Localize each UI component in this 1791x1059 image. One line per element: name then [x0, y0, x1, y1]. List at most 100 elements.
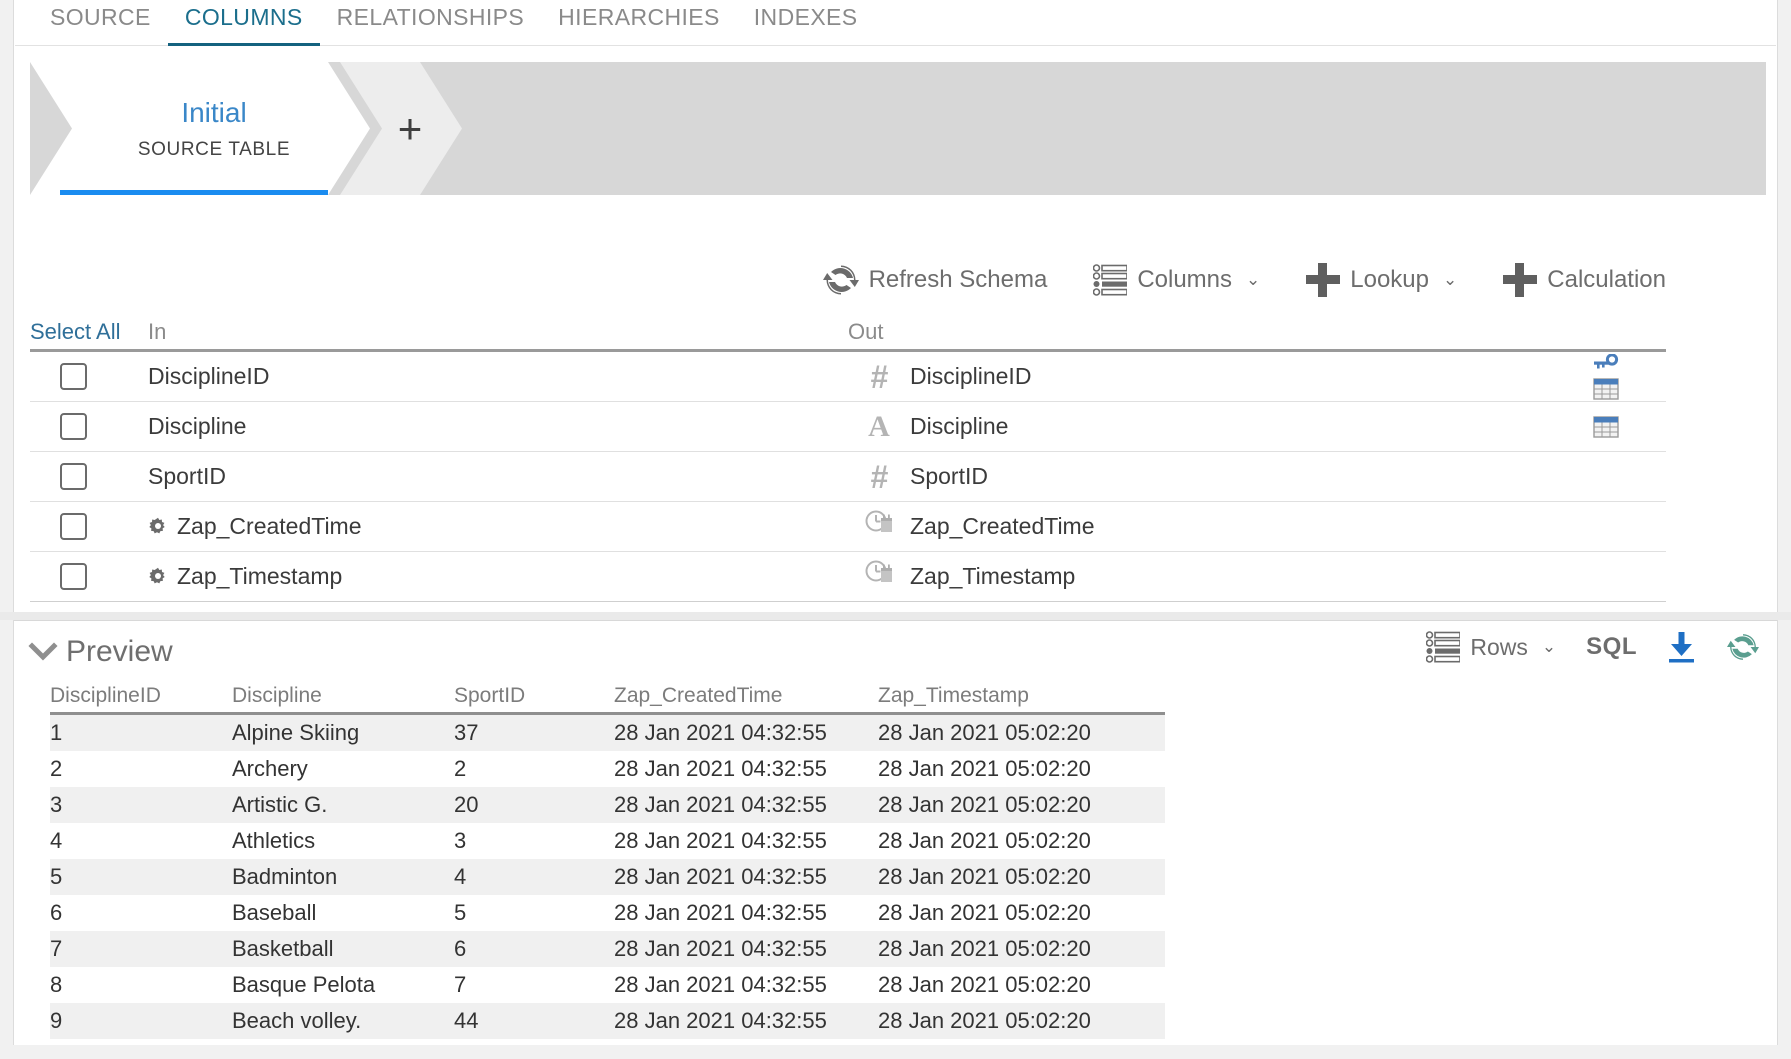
preview-row[interactable]: 1 Alpine Skiing 37 28 Jan 2021 04:32:55 …: [50, 715, 1165, 751]
preview-cell: 2: [454, 756, 614, 782]
row-checkbox[interactable]: [60, 413, 87, 440]
tab-bar: SOURCE COLUMNS RELATIONSHIPS HIERARCHIES…: [15, 0, 1776, 46]
column-in-name: SportID: [148, 463, 226, 490]
app-root: SOURCE COLUMNS RELATIONSHIPS HIERARCHIES…: [0, 0, 1791, 1059]
datetime-type-icon: [862, 509, 896, 545]
add-calculation-button[interactable]: Calculation: [1503, 263, 1666, 297]
columns-toolbar: Refresh Schema Columns ⌄ Lookup ⌄ Cal: [30, 250, 1666, 310]
preview-col-header: Discipline: [232, 684, 454, 708]
preview-cell: Beach volley.: [232, 1008, 454, 1034]
refresh-preview-button[interactable]: [1727, 631, 1759, 663]
index-table-icon[interactable]: [1593, 416, 1619, 438]
preview-cell: 5: [50, 864, 232, 890]
preview-row[interactable]: 4 Athletics 3 28 Jan 2021 04:32:55 28 Ja…: [50, 823, 1165, 859]
preview-row[interactable]: 5 Badminton 4 28 Jan 2021 04:32:55 28 Ja…: [50, 859, 1165, 895]
preview-cell: 44: [454, 1008, 614, 1034]
preview-row[interactable]: 8 Basque Pelota 7 28 Jan 2021 04:32:55 2…: [50, 967, 1165, 1003]
tab-columns[interactable]: COLUMNS: [168, 0, 320, 46]
preview-row[interactable]: 7 Basketball 6 28 Jan 2021 04:32:55 28 J…: [50, 931, 1165, 967]
calculation-label: Calculation: [1547, 266, 1666, 294]
columns-menu-button[interactable]: Columns ⌄: [1093, 264, 1260, 296]
tab-hierarchies[interactable]: HIERARCHIES: [541, 0, 737, 43]
preview-cell: Baseball: [232, 900, 454, 926]
table-row[interactable]: SportID # SportID: [30, 452, 1666, 502]
table-row[interactable]: Zap_Timestamp: [30, 552, 1666, 602]
list-icon: [1426, 631, 1460, 663]
page-gutter-left: [0, 0, 14, 1059]
chevron-down-icon: ⌄: [1443, 270, 1457, 290]
number-type-icon: #: [862, 361, 896, 393]
preview-row[interactable]: 6 Baseball 5 28 Jan 2021 04:32:55 28 Jan…: [50, 895, 1165, 931]
row-checkbox[interactable]: [60, 463, 87, 490]
select-all-link[interactable]: Select All: [30, 319, 121, 344]
chevron-down-icon[interactable]: [28, 637, 58, 667]
gear-icon: [148, 567, 168, 587]
preview-cell: 28 Jan 2021 04:32:55: [614, 972, 878, 998]
preview-cell: 37: [454, 720, 614, 746]
tab-source[interactable]: SOURCE: [33, 0, 168, 43]
tab-relationships[interactable]: RELATIONSHIPS: [320, 0, 542, 43]
pipeline-step-title: Initial: [181, 97, 246, 129]
preview-cell: Archery: [232, 756, 454, 782]
number-type-icon: #: [862, 461, 896, 493]
preview-cell: Athletics: [232, 828, 454, 854]
preview-cell: 28 Jan 2021 04:32:55: [614, 864, 878, 890]
column-in-name: Discipline: [148, 413, 246, 440]
preview-cell: 7: [454, 972, 614, 998]
preview-cell: 1: [50, 720, 232, 746]
row-checkbox[interactable]: [60, 563, 87, 590]
preview-header: Preview Rows ⌄: [14, 621, 1777, 683]
preview-cell: 20: [454, 792, 614, 818]
preview-cell: 3: [50, 792, 232, 818]
add-lookup-button[interactable]: Lookup ⌄: [1306, 263, 1457, 297]
preview-toolbar: Rows ⌄ SQL: [1426, 631, 1759, 663]
column-out-name: Zap_CreatedTime: [910, 513, 1095, 540]
sql-button[interactable]: SQL: [1586, 633, 1637, 661]
column-header-in: In: [148, 319, 166, 344]
table-row[interactable]: DisciplineID # DisciplineID: [30, 352, 1666, 402]
plus-icon: +: [398, 108, 423, 150]
chevron-down-icon: ⌄: [1542, 637, 1556, 657]
primary-key-icon[interactable]: [1593, 354, 1619, 374]
preview-cell: 28 Jan 2021 05:02:20: [878, 756, 1140, 782]
preview-row[interactable]: 3 Artistic G. 20 28 Jan 2021 04:32:55 28…: [50, 787, 1165, 823]
preview-cell: 28 Jan 2021 04:32:55: [614, 1008, 878, 1034]
preview-row[interactable]: 9 Beach volley. 44 28 Jan 2021 04:32:55 …: [50, 1003, 1165, 1039]
preview-cell: 28 Jan 2021 04:32:55: [614, 720, 878, 746]
preview-col-header: Zap_CreatedTime: [614, 684, 878, 708]
preview-cell: 9: [50, 1008, 232, 1034]
preview-cell: 28 Jan 2021 05:02:20: [878, 828, 1140, 854]
pipeline-step-strip: Initial SOURCE TABLE +: [30, 62, 1766, 195]
refresh-icon: [823, 262, 859, 298]
row-checkbox[interactable]: [60, 513, 87, 540]
table-row[interactable]: Zap_CreatedTime: [30, 502, 1666, 552]
refresh-schema-button[interactable]: Refresh Schema: [823, 262, 1048, 298]
preview-row[interactable]: 2 Archery 2 28 Jan 2021 04:32:55 28 Jan …: [50, 751, 1165, 787]
page-gutter-bottom: [0, 1045, 1791, 1059]
table-row[interactable]: Discipline A Discipline: [30, 402, 1666, 452]
preview-col-header: SportID: [454, 684, 614, 708]
columns-menu-label: Columns: [1137, 266, 1232, 294]
row-checkbox[interactable]: [60, 363, 87, 390]
preview-cell: 4: [454, 864, 614, 890]
rows-menu-label: Rows: [1470, 634, 1528, 661]
datetime-type-icon: [862, 559, 896, 595]
tab-indexes[interactable]: INDEXES: [737, 0, 875, 43]
download-button[interactable]: [1667, 631, 1697, 663]
column-in-name: Zap_Timestamp: [177, 563, 342, 590]
preview-header-row: DisciplineID Discipline SportID Zap_Crea…: [50, 679, 1165, 715]
preview-cell: 6: [454, 936, 614, 962]
plus-icon: [1503, 263, 1537, 297]
preview-divider: [0, 612, 1791, 620]
preview-cell: 28 Jan 2021 04:32:55: [614, 936, 878, 962]
column-out-name: SportID: [910, 463, 988, 490]
refresh-schema-label: Refresh Schema: [869, 266, 1048, 294]
index-table-icon[interactable]: [1593, 378, 1619, 400]
pipeline-step-initial[interactable]: Initial SOURCE TABLE: [30, 62, 370, 195]
preview-cell: Alpine Skiing: [232, 720, 454, 746]
preview-cell: 2: [50, 756, 232, 782]
sql-label: SQL: [1586, 633, 1637, 661]
list-icon: [1093, 264, 1127, 296]
rows-menu-button[interactable]: Rows ⌄: [1426, 631, 1556, 663]
preview-cell: Basque Pelota: [232, 972, 454, 998]
